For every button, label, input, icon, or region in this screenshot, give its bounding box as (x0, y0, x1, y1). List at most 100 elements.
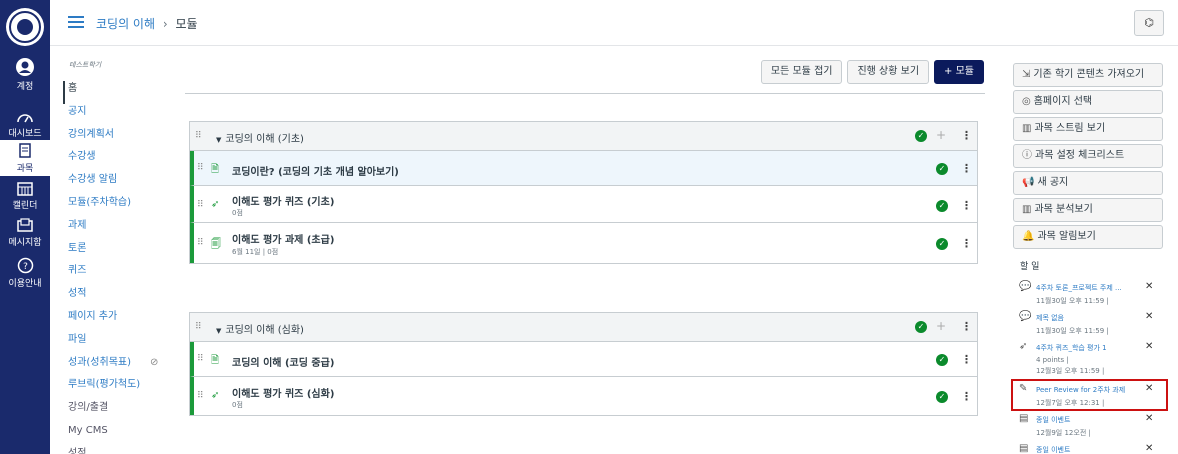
module-title-wrap: ▼ 코딩의 이해 (기초) (216, 130, 304, 145)
dismiss-x-icon[interactable]: ✕ (1145, 443, 1153, 454)
course-nav-assignments[interactable]: 과제 (68, 218, 178, 241)
caret-down-icon[interactable]: ▼ (216, 327, 221, 335)
kebab-menu-icon[interactable]: ⋮ (961, 353, 972, 366)
module-header[interactable]: ⠿ ▼ 코딩의 이해 (심화) ✓ + ⋮ (190, 313, 977, 342)
kebab-menu-icon[interactable]: ⋮ (961, 162, 972, 175)
choose-home-page-button[interactable]: ◎ 홈페이지 선택 (1013, 90, 1163, 114)
module-item-title[interactable]: 이해도 평가 퀴즈 (기초) (232, 193, 334, 208)
module-header[interactable]: ⠿ ▼ 코딩의 이해 (기초) ✓ + ⋮ (190, 122, 977, 151)
published-check-icon[interactable]: ✓ (936, 238, 948, 250)
course-nav-modules[interactable]: 모듈(주차학습) (68, 195, 178, 218)
collapse-all-button[interactable]: 모든 모듈 접기 (760, 60, 843, 84)
dismiss-x-icon[interactable]: ✕ (1145, 341, 1153, 352)
gnav-courses[interactable]: 과목 (0, 140, 50, 176)
kebab-menu-icon[interactable]: ⋮ (961, 199, 972, 212)
import-content-button[interactable]: ⇲ 기존 학기 콘텐츠 가져오기 (1013, 63, 1163, 87)
kebab-menu-icon[interactable]: ⋮ (961, 237, 972, 250)
dismiss-x-icon[interactable]: ✕ (1145, 281, 1153, 292)
dismiss-x-icon[interactable]: ✕ (1145, 311, 1153, 322)
hamburger-line (68, 21, 84, 23)
published-check-icon[interactable]: ✓ (915, 130, 927, 142)
published-check-icon[interactable]: ✓ (936, 391, 948, 403)
drag-handle-icon[interactable]: ⠿ (197, 238, 204, 248)
drag-handle-icon[interactable]: ⠿ (197, 200, 204, 210)
published-check-icon[interactable]: ✓ (936, 163, 948, 175)
kebab-menu-icon[interactable]: ⋮ (961, 320, 972, 333)
todo-meta: 11월30일 오후 11:59 | (1036, 297, 1109, 305)
published-check-icon[interactable]: ✓ (915, 321, 927, 333)
gnav-inbox[interactable]: 메시지함 (0, 218, 50, 248)
kebab-menu-icon[interactable]: ⋮ (961, 390, 972, 403)
course-nav-home[interactable]: 홈 (63, 81, 178, 104)
module-item-title[interactable]: 이해도 평가 퀴즈 (심화) (232, 385, 334, 400)
module-item[interactable]: ⠿ 🗎 코딩의 이해 (코딩 중급) ✓ ⋮ (190, 342, 977, 377)
gnav-calendar-label: 캘린더 (12, 201, 38, 211)
todo-heading: 할 일 (1020, 262, 1040, 272)
course-nav-student-alerts[interactable]: 수강생 알림 (68, 172, 178, 195)
quiz-rocket-icon: ➶ (1019, 341, 1028, 352)
course-nav-my-cms[interactable]: My CMS (68, 423, 178, 446)
module-item[interactable]: ⠿ 🗐 이해도 평가 과제 (초급) 6월 11일 | 0점 ✓ ⋮ (190, 223, 977, 263)
global-nav: 계정 대시보드 과목 캘린더 메시지함 ? 이용안내 (0, 0, 50, 454)
view-course-stream-button[interactable]: ▥ 과목 스트림 보기 (1013, 117, 1163, 141)
module-item[interactable]: ⠿ ➶ 이해도 평가 퀴즈 (기초) 0점 ✓ ⋮ (190, 186, 977, 223)
page-icon: 🗎 (211, 355, 220, 366)
course-nav-announcements[interactable]: 공지 (68, 104, 178, 127)
course-nav-pages[interactable]: 페이지 추가 (68, 309, 178, 332)
course-setup-checklist-button[interactable]: ⓘ 과목 설정 체크리스트 (1013, 144, 1163, 168)
drag-handle-icon[interactable]: ⠿ (197, 354, 204, 364)
todo-title-link[interactable]: 4주차 퀴즈_학습 평가 1 (1036, 343, 1107, 353)
course-nav-grades[interactable]: 성적 (68, 286, 178, 309)
gnav-help[interactable]: ? 이용안내 (0, 257, 50, 289)
stream-icon: ▥ (1022, 123, 1032, 134)
gnav-help-label: 이용안내 (8, 279, 42, 289)
published-check-icon[interactable]: ✓ (936, 354, 948, 366)
course-nav-files[interactable]: 파일 (68, 332, 178, 355)
course-nav-quizzes[interactable]: 퀴즈 (68, 263, 178, 286)
add-module-button[interactable]: + 모듈 (934, 60, 984, 84)
module-item-title[interactable]: 코딩의 이해 (코딩 중급) (232, 354, 334, 369)
view-progress-button[interactable]: 진행 상황 보기 (847, 60, 930, 84)
university-logo[interactable] (6, 8, 44, 46)
todo-title-link[interactable]: 4주차 토론_프로젝트 주제 ... (1036, 283, 1122, 293)
module-item-meta: 6월 11일 | 0점 (232, 248, 279, 256)
module-item-title[interactable]: 코딩이란? (코딩의 기초 개념 알아보기) (232, 163, 399, 178)
gnav-account[interactable]: 계정 (0, 57, 50, 92)
drag-handle-icon[interactable]: ⠿ (195, 322, 202, 332)
drag-handle-icon[interactable]: ⠿ (195, 131, 202, 141)
course-notifications-button[interactable]: 🔔 과목 알림보기 (1013, 225, 1163, 249)
module-item[interactable]: ⠿ ➶ 이해도 평가 퀴즈 (심화) 0점 ✓ ⋮ (190, 377, 977, 415)
caret-down-icon[interactable]: ▼ (216, 136, 221, 144)
new-announcement-button[interactable]: 📢 새 공지 (1013, 171, 1163, 195)
course-nav-syllabus[interactable]: 강의계획서 (68, 127, 178, 150)
course-nav-grades-2[interactable]: 성적 (68, 446, 178, 454)
breadcrumb-course-link[interactable]: 코딩의 이해 (96, 17, 155, 31)
analytics-icon: ▥ (1022, 204, 1032, 215)
gnav-calendar[interactable]: 캘린더 (0, 181, 50, 211)
gnav-courses-label: 과목 (16, 164, 34, 174)
module-item-title[interactable]: 이해도 평가 과제 (초급) (232, 231, 334, 246)
module-item[interactable]: ⠿ 🗎 코딩이란? (코딩의 기초 개념 알아보기) ✓ ⋮ (190, 151, 977, 186)
add-item-icon[interactable]: + (936, 128, 946, 142)
todo-title-link[interactable]: 종일 이벤트 (1036, 415, 1070, 425)
todo-title-link[interactable]: 제목 없음 (1036, 313, 1064, 323)
help-icon: ? (17, 257, 33, 274)
course-nav-discussions[interactable]: 토론 (68, 241, 178, 264)
published-check-icon[interactable]: ✓ (936, 200, 948, 212)
drag-handle-icon[interactable]: ⠿ (197, 163, 204, 173)
hamburger-menu-button[interactable] (68, 16, 84, 28)
todo-title-link[interactable]: 종일 이벤트 (1036, 445, 1070, 454)
dismiss-x-icon[interactable]: ✕ (1145, 413, 1153, 424)
gnav-dashboard[interactable]: 대시보드 (0, 110, 50, 139)
course-nav-rubrics[interactable]: 루브릭(평가척도) (68, 377, 178, 400)
immersive-reader-button[interactable]: ⌬ (1134, 10, 1164, 36)
add-item-icon[interactable]: + (936, 319, 946, 333)
course-nav-outcomes-row[interactable]: 성과(성취목표) ⊘ (68, 355, 178, 378)
drag-handle-icon[interactable]: ⠿ (197, 391, 204, 401)
kebab-menu-icon[interactable]: ⋮ (961, 129, 972, 142)
course-nav-attendance[interactable]: 강의/출결 (68, 400, 178, 423)
hamburger-line (68, 16, 84, 18)
course-nav-people[interactable]: 수강생 (68, 149, 178, 172)
course-analytics-button[interactable]: ▥ 과목 분석보기 (1013, 198, 1163, 222)
todo-meta: 12월9일 12오전 | (1036, 429, 1091, 437)
